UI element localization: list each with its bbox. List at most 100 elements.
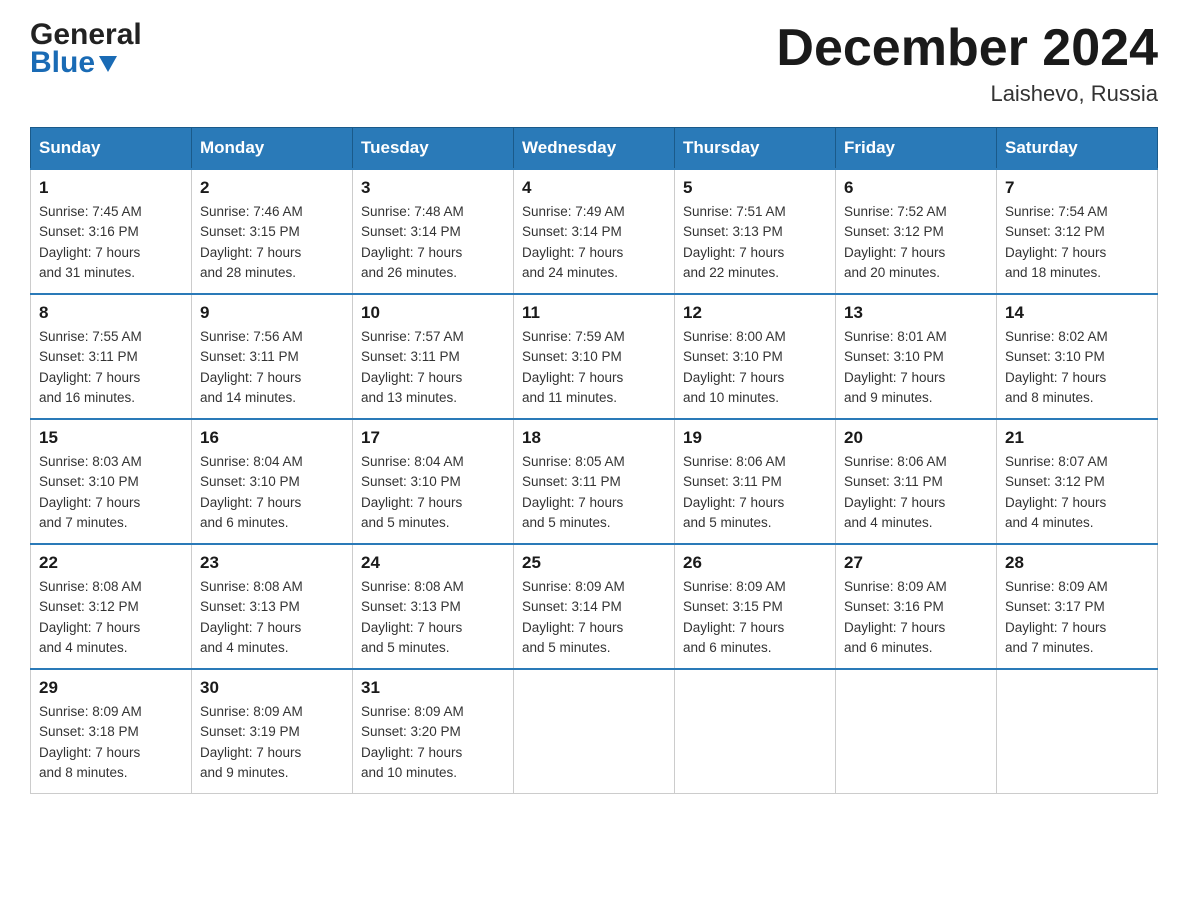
day-number: 31 [361, 678, 505, 698]
calendar-cell: 26 Sunrise: 8:09 AMSunset: 3:15 PMDaylig… [675, 544, 836, 669]
day-number: 14 [1005, 303, 1149, 323]
calendar-cell: 30 Sunrise: 8:09 AMSunset: 3:19 PMDaylig… [192, 669, 353, 794]
day-number: 15 [39, 428, 183, 448]
calendar-cell: 5 Sunrise: 7:51 AMSunset: 3:13 PMDayligh… [675, 169, 836, 294]
day-number: 26 [683, 553, 827, 573]
calendar-cell: 22 Sunrise: 8:08 AMSunset: 3:12 PMDaylig… [31, 544, 192, 669]
day-number: 27 [844, 553, 988, 573]
day-number: 6 [844, 178, 988, 198]
calendar-cell: 11 Sunrise: 7:59 AMSunset: 3:10 PMDaylig… [514, 294, 675, 419]
calendar-cell: 12 Sunrise: 8:00 AMSunset: 3:10 PMDaylig… [675, 294, 836, 419]
title-block: December 2024 Laishevo, Russia [776, 20, 1158, 107]
day-info: Sunrise: 8:04 AMSunset: 3:10 PMDaylight:… [200, 454, 303, 530]
day-info: Sunrise: 8:08 AMSunset: 3:13 PMDaylight:… [361, 579, 464, 655]
calendar-week-row: 8 Sunrise: 7:55 AMSunset: 3:11 PMDayligh… [31, 294, 1158, 419]
day-info: Sunrise: 8:08 AMSunset: 3:12 PMDaylight:… [39, 579, 142, 655]
calendar-cell: 7 Sunrise: 7:54 AMSunset: 3:12 PMDayligh… [997, 169, 1158, 294]
logo-triangle-icon [97, 52, 119, 74]
calendar-cell [514, 669, 675, 794]
calendar-week-row: 15 Sunrise: 8:03 AMSunset: 3:10 PMDaylig… [31, 419, 1158, 544]
day-number: 21 [1005, 428, 1149, 448]
calendar-cell: 8 Sunrise: 7:55 AMSunset: 3:11 PMDayligh… [31, 294, 192, 419]
day-info: Sunrise: 7:49 AMSunset: 3:14 PMDaylight:… [522, 204, 625, 280]
month-title: December 2024 [776, 20, 1158, 77]
day-info: Sunrise: 8:03 AMSunset: 3:10 PMDaylight:… [39, 454, 142, 530]
logo-blue-text: Blue [30, 48, 95, 78]
day-number: 1 [39, 178, 183, 198]
day-info: Sunrise: 8:09 AMSunset: 3:15 PMDaylight:… [683, 579, 786, 655]
weekday-header-tuesday: Tuesday [353, 128, 514, 170]
calendar-cell: 20 Sunrise: 8:06 AMSunset: 3:11 PMDaylig… [836, 419, 997, 544]
day-number: 16 [200, 428, 344, 448]
day-number: 29 [39, 678, 183, 698]
day-number: 9 [200, 303, 344, 323]
day-number: 17 [361, 428, 505, 448]
calendar-cell: 3 Sunrise: 7:48 AMSunset: 3:14 PMDayligh… [353, 169, 514, 294]
day-info: Sunrise: 8:06 AMSunset: 3:11 PMDaylight:… [683, 454, 786, 530]
calendar-cell: 13 Sunrise: 8:01 AMSunset: 3:10 PMDaylig… [836, 294, 997, 419]
day-info: Sunrise: 7:45 AMSunset: 3:16 PMDaylight:… [39, 204, 142, 280]
day-info: Sunrise: 8:09 AMSunset: 3:20 PMDaylight:… [361, 704, 464, 780]
day-info: Sunrise: 8:00 AMSunset: 3:10 PMDaylight:… [683, 329, 786, 405]
day-info: Sunrise: 8:05 AMSunset: 3:11 PMDaylight:… [522, 454, 625, 530]
day-number: 8 [39, 303, 183, 323]
day-number: 7 [1005, 178, 1149, 198]
day-number: 30 [200, 678, 344, 698]
weekday-header-wednesday: Wednesday [514, 128, 675, 170]
day-info: Sunrise: 7:51 AMSunset: 3:13 PMDaylight:… [683, 204, 786, 280]
day-info: Sunrise: 8:01 AMSunset: 3:10 PMDaylight:… [844, 329, 947, 405]
day-number: 20 [844, 428, 988, 448]
calendar-cell: 17 Sunrise: 8:04 AMSunset: 3:10 PMDaylig… [353, 419, 514, 544]
day-info: Sunrise: 7:59 AMSunset: 3:10 PMDaylight:… [522, 329, 625, 405]
day-number: 2 [200, 178, 344, 198]
day-number: 11 [522, 303, 666, 323]
calendar-cell: 23 Sunrise: 8:08 AMSunset: 3:13 PMDaylig… [192, 544, 353, 669]
calendar-cell: 1 Sunrise: 7:45 AMSunset: 3:16 PMDayligh… [31, 169, 192, 294]
calendar-cell: 10 Sunrise: 7:57 AMSunset: 3:11 PMDaylig… [353, 294, 514, 419]
day-info: Sunrise: 8:02 AMSunset: 3:10 PMDaylight:… [1005, 329, 1108, 405]
day-number: 4 [522, 178, 666, 198]
day-info: Sunrise: 7:55 AMSunset: 3:11 PMDaylight:… [39, 329, 142, 405]
day-number: 5 [683, 178, 827, 198]
day-info: Sunrise: 8:09 AMSunset: 3:19 PMDaylight:… [200, 704, 303, 780]
calendar-cell: 4 Sunrise: 7:49 AMSunset: 3:14 PMDayligh… [514, 169, 675, 294]
weekday-header-row: SundayMondayTuesdayWednesdayThursdayFrid… [31, 128, 1158, 170]
weekday-header-monday: Monday [192, 128, 353, 170]
calendar-cell: 24 Sunrise: 8:08 AMSunset: 3:13 PMDaylig… [353, 544, 514, 669]
day-number: 22 [39, 553, 183, 573]
calendar-cell: 16 Sunrise: 8:04 AMSunset: 3:10 PMDaylig… [192, 419, 353, 544]
day-number: 13 [844, 303, 988, 323]
day-info: Sunrise: 8:04 AMSunset: 3:10 PMDaylight:… [361, 454, 464, 530]
day-info: Sunrise: 8:08 AMSunset: 3:13 PMDaylight:… [200, 579, 303, 655]
day-info: Sunrise: 7:56 AMSunset: 3:11 PMDaylight:… [200, 329, 303, 405]
day-info: Sunrise: 7:54 AMSunset: 3:12 PMDaylight:… [1005, 204, 1108, 280]
day-info: Sunrise: 8:09 AMSunset: 3:16 PMDaylight:… [844, 579, 947, 655]
calendar-cell: 25 Sunrise: 8:09 AMSunset: 3:14 PMDaylig… [514, 544, 675, 669]
day-info: Sunrise: 7:48 AMSunset: 3:14 PMDaylight:… [361, 204, 464, 280]
day-info: Sunrise: 8:07 AMSunset: 3:12 PMDaylight:… [1005, 454, 1108, 530]
calendar-week-row: 29 Sunrise: 8:09 AMSunset: 3:18 PMDaylig… [31, 669, 1158, 794]
day-info: Sunrise: 8:09 AMSunset: 3:18 PMDaylight:… [39, 704, 142, 780]
calendar-cell: 14 Sunrise: 8:02 AMSunset: 3:10 PMDaylig… [997, 294, 1158, 419]
calendar-cell: 18 Sunrise: 8:05 AMSunset: 3:11 PMDaylig… [514, 419, 675, 544]
calendar-cell [836, 669, 997, 794]
day-number: 23 [200, 553, 344, 573]
calendar-cell [675, 669, 836, 794]
logo: General Blue [30, 20, 142, 78]
calendar-cell: 27 Sunrise: 8:09 AMSunset: 3:16 PMDaylig… [836, 544, 997, 669]
day-number: 19 [683, 428, 827, 448]
day-number: 10 [361, 303, 505, 323]
calendar-week-row: 22 Sunrise: 8:08 AMSunset: 3:12 PMDaylig… [31, 544, 1158, 669]
weekday-header-thursday: Thursday [675, 128, 836, 170]
day-number: 25 [522, 553, 666, 573]
calendar-cell: 9 Sunrise: 7:56 AMSunset: 3:11 PMDayligh… [192, 294, 353, 419]
day-info: Sunrise: 7:52 AMSunset: 3:12 PMDaylight:… [844, 204, 947, 280]
day-info: Sunrise: 8:09 AMSunset: 3:17 PMDaylight:… [1005, 579, 1108, 655]
calendar-week-row: 1 Sunrise: 7:45 AMSunset: 3:16 PMDayligh… [31, 169, 1158, 294]
calendar-table: SundayMondayTuesdayWednesdayThursdayFrid… [30, 127, 1158, 794]
day-number: 12 [683, 303, 827, 323]
day-number: 28 [1005, 553, 1149, 573]
day-info: Sunrise: 7:57 AMSunset: 3:11 PMDaylight:… [361, 329, 464, 405]
calendar-cell: 29 Sunrise: 8:09 AMSunset: 3:18 PMDaylig… [31, 669, 192, 794]
calendar-cell: 15 Sunrise: 8:03 AMSunset: 3:10 PMDaylig… [31, 419, 192, 544]
